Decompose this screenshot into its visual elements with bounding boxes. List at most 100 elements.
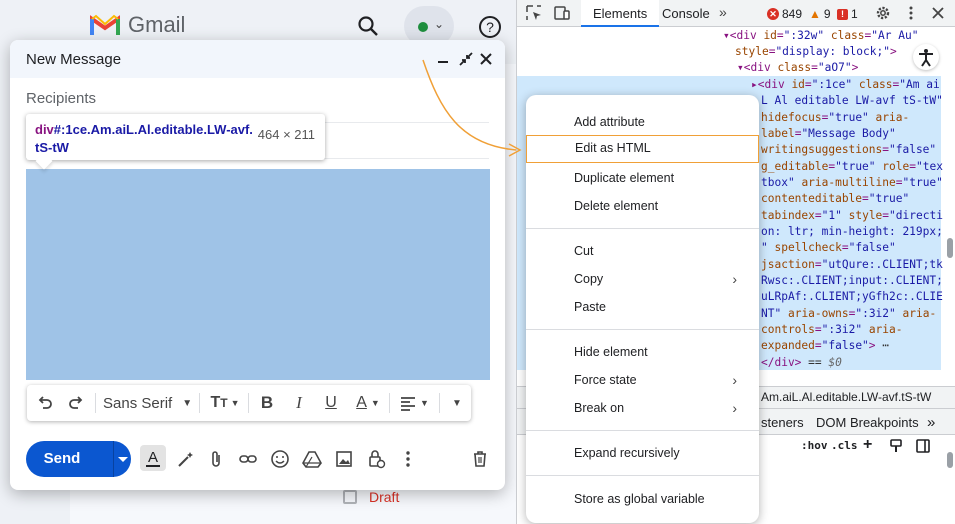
menu-item-paste[interactable]: Paste [526, 293, 759, 321]
search-icon[interactable] [356, 14, 380, 38]
menu-item-force-state[interactable]: Force state › [526, 366, 759, 394]
menu-item-add-attribute[interactable]: Add attribute [526, 108, 759, 136]
menu-item-delete-element[interactable]: Delete element [526, 192, 759, 220]
google-drive-icon[interactable] [302, 449, 322, 469]
more-formatting-icon[interactable]: ▼ [447, 385, 467, 421]
dom-line[interactable]: </div> == $0 [761, 355, 842, 371]
dom-line[interactable]: writingsuggestions="false" [761, 142, 936, 158]
warnings-badge[interactable]: ▲ 9 [809, 6, 831, 22]
settings-gear-icon[interactable] [874, 4, 892, 22]
menu-item-edit-as-html[interactable]: Edit as HTML [526, 135, 759, 163]
dom-line[interactable]: tabindex="1" style="directi [761, 208, 943, 224]
checkbox[interactable] [343, 490, 357, 504]
send-button[interactable]: Send [26, 441, 131, 477]
device-toolbar-icon[interactable] [553, 4, 571, 22]
inspect-element-icon[interactable] [525, 4, 543, 22]
dom-line[interactable]: contenteditable="true" [761, 191, 909, 207]
emoji-icon[interactable] [270, 449, 290, 469]
errors-badge[interactable]: ✕ 849 [767, 6, 802, 22]
menu-item-break-on[interactable]: Break on › [526, 394, 759, 422]
gmail-logo[interactable]: Gmail [90, 12, 185, 38]
error-icon: ✕ [767, 8, 779, 20]
formatting-options-icon[interactable]: A [140, 445, 166, 471]
dom-line[interactable]: uLRpAf:.CLIENT;yGfh2c:.CLIE [761, 289, 943, 305]
text-color-icon[interactable]: A ▼ [353, 385, 383, 421]
close-icon[interactable] [477, 50, 495, 68]
message-body-highlight[interactable] [26, 169, 490, 380]
dom-line[interactable]: g_editable="true" role="tex [761, 159, 943, 175]
info-icon: ! [837, 8, 848, 20]
discard-trash-icon[interactable] [470, 449, 490, 469]
more-tabs-icon[interactable]: » [719, 0, 727, 27]
more-options-icon[interactable] [902, 4, 920, 22]
dom-line[interactable]: expanded="false"> ⋯ [761, 338, 889, 354]
menu-item-duplicate-element[interactable]: Duplicate element [526, 164, 759, 192]
compose-header[interactable]: New Message [10, 40, 505, 78]
help-icon[interactable]: ? [478, 15, 502, 39]
chevron-down-icon: ⌄ [434, 17, 445, 31]
toggle-sidebar-icon[interactable] [915, 438, 931, 457]
menu-item-label: Add attribute [574, 115, 645, 129]
menu-separator [526, 475, 759, 476]
font-family-select[interactable]: Sans Serif ▼ [103, 385, 193, 421]
insert-photo-icon[interactable] [334, 449, 354, 469]
link-icon[interactable] [238, 449, 258, 469]
align-icon[interactable]: ▼ [397, 385, 431, 421]
dom-line[interactable]: label="Message Body" [761, 126, 896, 142]
confidential-mode-icon[interactable] [366, 449, 386, 469]
tab-elements[interactable]: Elements [581, 0, 660, 27]
dom-line[interactable]: NT" aria-owns=":3i2" aria- [761, 306, 936, 322]
dom-line[interactable]: " spellcheck="false" [761, 240, 896, 256]
schedule-send-dropdown-icon[interactable] [114, 441, 131, 477]
dom-line[interactable]: on: ltr; min-height: 219px; [761, 224, 943, 240]
scrollbar-thumb[interactable] [947, 452, 953, 468]
underline-icon[interactable]: U [321, 385, 341, 421]
dom-line[interactable]: controls=":3i2" aria- [761, 322, 903, 338]
dom-line[interactable]: tbox" aria-multiline="true" [761, 175, 943, 191]
help-me-write-icon[interactable] [176, 449, 196, 469]
close-devtools-icon[interactable] [929, 4, 947, 22]
menu-item-label: Cut [574, 244, 594, 258]
accessibility-icon[interactable] [913, 44, 939, 70]
menu-item-expand-recursively[interactable]: Expand recursively [526, 439, 759, 467]
italic-icon[interactable]: I [289, 385, 309, 421]
menu-item-copy[interactable]: Copy › [526, 265, 759, 293]
dom-line[interactable]: ▸<div id=":1ce" class="Am ai [751, 77, 940, 93]
class-toggle[interactable]: .cls [831, 439, 858, 452]
font-size-icon[interactable]: T T ▼ [207, 385, 243, 421]
scrollbar-thumb[interactable] [947, 238, 953, 258]
menu-item-label: Copy [574, 272, 604, 286]
menu-item-cut[interactable]: Cut [526, 237, 759, 265]
computed-styles-icon[interactable] [889, 438, 903, 457]
more-options-icon[interactable] [398, 449, 418, 469]
bold-icon[interactable]: B [257, 385, 277, 421]
dom-line[interactable]: hidefocus="true" aria- [761, 110, 909, 126]
recipients-field[interactable]: Recipients [26, 90, 96, 107]
tab-event-listeners[interactable]: steners [761, 409, 804, 436]
dom-line[interactable]: jsaction="utQure:.CLIENT;tk [761, 257, 943, 273]
draft-list-item[interactable]: Draft [343, 489, 399, 505]
dom-line[interactable]: Rwsc:.CLIENT;input:.CLIENT; [761, 273, 943, 289]
info-badge[interactable]: ! 1 [837, 6, 858, 22]
tab-console[interactable]: Console [662, 0, 710, 27]
menu-item-hide-element[interactable]: Hide element [526, 338, 759, 366]
chevron-right-icon: › [732, 271, 737, 287]
add-rule-icon[interactable]: + [863, 436, 872, 454]
undo-icon[interactable] [33, 385, 57, 421]
status-dot-icon [418, 22, 428, 32]
more-tabs-icon[interactable]: » [927, 409, 935, 436]
dom-line[interactable]: ▾<div class="aO7"> [737, 60, 858, 76]
dom-line[interactable]: ▾<div id=":32w" class="Ar Au" [723, 28, 918, 44]
scrollbar[interactable] [944, 28, 955, 388]
tab-dom-breakpoints[interactable]: DOM Breakpoints [816, 409, 919, 436]
exit-fullscreen-icon[interactable] [457, 50, 475, 68]
hover-state-toggle[interactable]: :hov [801, 439, 828, 452]
attach-icon[interactable] [206, 449, 226, 469]
dom-line[interactable]: L Al editable LW-avf tS-tW" [761, 93, 943, 109]
minimize-icon[interactable] [434, 50, 452, 68]
menu-item-store-as-global-variable[interactable]: Store as global variable [526, 485, 759, 513]
dom-line[interactable]: style="display: block;"> [735, 44, 897, 60]
font-family-label: Sans Serif [103, 394, 173, 412]
redo-icon[interactable] [64, 385, 88, 421]
menu-item-label: Force state [574, 373, 637, 387]
